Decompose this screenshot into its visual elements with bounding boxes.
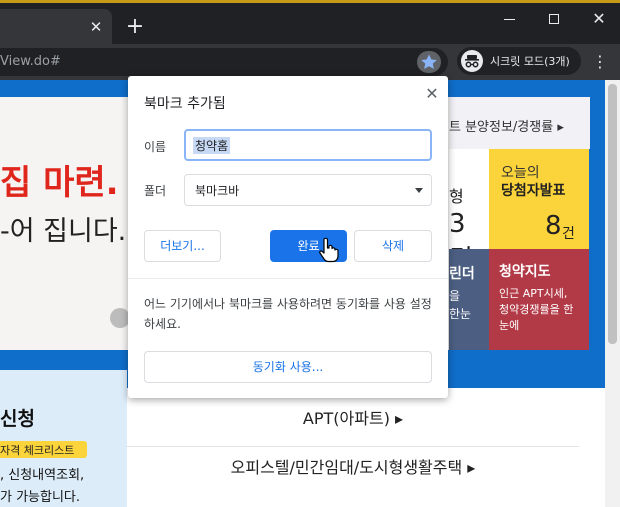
scrollbar-thumb[interactable] <box>608 84 617 344</box>
schedule-card[interactable]: 형 3건 <box>449 149 489 275</box>
apply-title: 신청 <box>0 408 35 430</box>
apply-panel[interactable]: 신청 자격 체크리스트 , 신청내역조회, 가 가능합니다. <box>0 370 127 507</box>
sync-message: 어느 기기에서나 북마크를 사용하려면 동기화를 사용 설정하세요. <box>144 297 432 331</box>
name-label: 이름 <box>144 140 167 154</box>
sync-button[interactable]: 동기화 사용... <box>144 351 432 383</box>
subscription-map-card[interactable]: 청약지도 인근 APT시세, 청약경쟁률을 한 눈에 <box>489 249 589 350</box>
more-button[interactable]: 더보기... <box>144 230 221 262</box>
url-text[interactable]: View.do# <box>0 54 61 69</box>
hand-cursor-icon <box>319 237 339 263</box>
dialog-title: 북마크 추가됨 <box>144 96 226 112</box>
map-card-line3: 눈에 <box>499 319 520 332</box>
map-card-line1: 인근 APT시세, <box>499 287 568 300</box>
folder-select[interactable]: 북마크바 <box>184 174 432 206</box>
address-bar[interactable]: View.do# <box>0 48 448 76</box>
delete-button[interactable]: 삭제 <box>354 230 432 262</box>
apply-line2: 가 가능합니다. <box>0 490 81 505</box>
checklist-badge[interactable]: 자격 체크리스트 <box>0 441 87 458</box>
folder-label: 폴더 <box>144 184 167 198</box>
winners-card-unit: 건 <box>562 226 575 242</box>
winners-card[interactable]: 오늘의 당첨자발표 8 건 <box>489 149 589 249</box>
browser-tab[interactable]: ✕ <box>0 9 112 44</box>
sale-info-link[interactable]: 트 분양정보/경쟁률 ▸ <box>449 97 590 149</box>
maximize-icon <box>549 14 559 24</box>
new-tab-icon[interactable]: + <box>124 16 146 38</box>
browser-toolbar: View.do# 시크릿 모드(3개) ⋮ <box>0 44 620 80</box>
dialog-close-icon[interactable]: ✕ <box>422 84 442 104</box>
map-card-line2: 청약경쟁률을 한 <box>499 303 574 316</box>
folder-value: 북마크바 <box>195 184 240 198</box>
apply-line1: , 신청내역조회, <box>0 468 85 483</box>
window-close-button[interactable]: ✕ <box>584 8 614 30</box>
incognito-label: 시크릿 모드(3개) <box>490 55 570 68</box>
schedule-card-label: 형 <box>449 187 464 206</box>
incognito-badge[interactable]: 시크릿 모드(3개) <box>457 47 581 75</box>
winners-card-subtitle: 당첨자발표 <box>501 183 566 199</box>
calendar-card-line2: 한눈 <box>449 307 472 321</box>
dialog-divider <box>128 278 448 279</box>
carousel-indicator[interactable] <box>110 308 130 328</box>
calendar-card-title: 린더 <box>449 266 475 282</box>
winners-card-count: 8 <box>545 211 562 241</box>
menu-item-officetel[interactable]: 오피스텔/민간임대/도시형생활주택 ▸ <box>127 454 579 478</box>
calendar-card[interactable]: 린더 을 한눈 <box>449 249 489 350</box>
bookmark-name-input[interactable]: 청약홈 <box>184 129 432 161</box>
sale-info-text: 트 분양정보/경쟁률 ▸ <box>449 120 564 135</box>
hero-subtitle: -어 집니다. <box>0 216 127 247</box>
minimize-button[interactable] <box>494 8 524 30</box>
tab-close-icon[interactable]: ✕ <box>88 19 104 35</box>
hero-title: 집 마련. <box>0 163 119 203</box>
chevron-down-icon <box>415 188 423 193</box>
minimize-icon <box>503 18 515 20</box>
calendar-card-line1: 을 <box>449 289 461 303</box>
menu-divider <box>127 446 579 447</box>
map-card-title: 청약지도 <box>499 264 551 280</box>
checklist-badge-text: 자격 체크리스트 <box>0 444 75 457</box>
bookmark-star-button[interactable] <box>417 51 441 73</box>
tab-strip: ✕ + ✕ <box>0 3 620 44</box>
housing-type-menu: APT(아파트) ▸ 오피스텔/민간임대/도시형생활주택 ▸ <box>127 388 605 507</box>
browser-menu-icon[interactable]: ⋮ <box>592 52 608 72</box>
bookmark-name-value[interactable]: 청약홈 <box>193 137 231 154</box>
star-icon <box>421 54 437 69</box>
bookmark-added-dialog: 북마크 추가됨 ✕ 이름 청약홈 폴더 북마크바 더보기... 완료 삭제 어느… <box>128 76 448 398</box>
incognito-icon <box>461 50 483 72</box>
winners-card-title: 오늘의 <box>501 165 540 181</box>
menu-item-apt[interactable]: APT(아파트) ▸ <box>127 405 579 429</box>
maximize-button[interactable] <box>539 8 569 30</box>
page-scrollbar[interactable] <box>605 80 620 507</box>
